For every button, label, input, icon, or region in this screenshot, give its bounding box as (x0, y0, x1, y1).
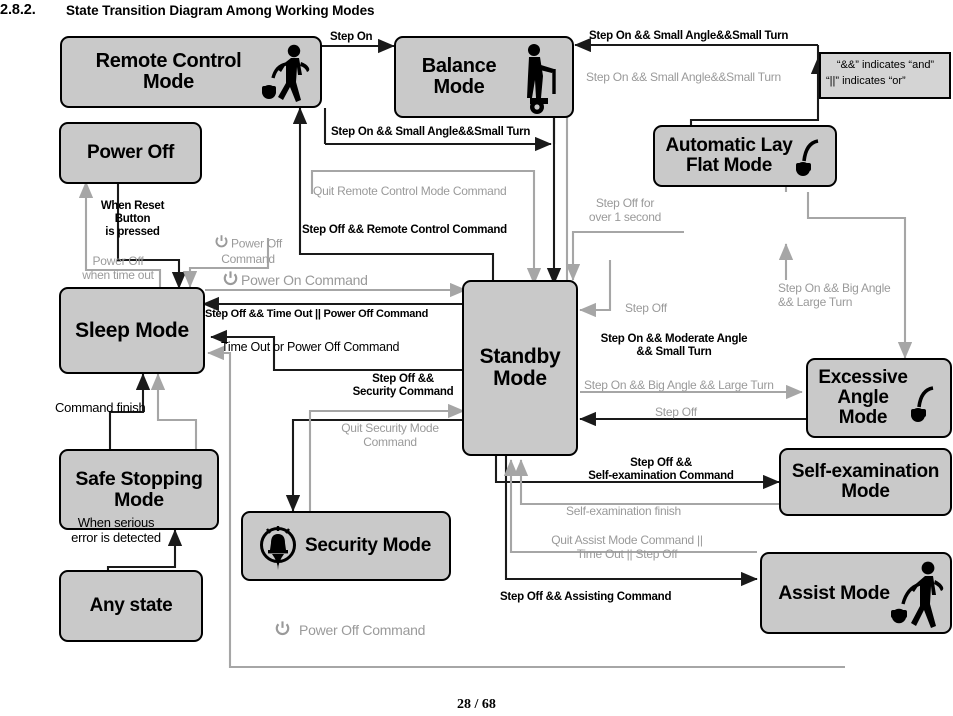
power-icon (222, 270, 239, 291)
person-walking-with-scooter-icon (888, 558, 946, 638)
legend-line-2: “||” indicates “or” (826, 74, 906, 87)
edge-label-when-reset-button: When Reset Button is pressed (100, 200, 165, 238)
state-label-safe-stopping-mode: Safe Stopping Mode (75, 468, 203, 511)
state-node-any-state[interactable]: Any state (59, 570, 203, 642)
edge-label-time-out-or-power-off: Time Out or Power Off Command (221, 340, 400, 354)
edge-label-step-off-time-out: Step Off && Time Out || Power Off Comman… (205, 308, 429, 320)
power-icon (214, 221, 229, 253)
state-node-assist-mode[interactable]: Assist Mode (760, 552, 952, 634)
edge-label-quit-security-mode-command: Quit Security Mode Command (341, 421, 439, 449)
legend-line-1: “&&” indicates “and” (836, 59, 935, 71)
state-label-power-off: Power Off (86, 142, 175, 164)
state-label-balance-mode: Balance Mode (421, 55, 497, 98)
section-title: State Transition Diagram Among Working M… (66, 3, 375, 18)
edge-label-step-on-big-angle-horizontal: Step On && Big Angle && Large Turn (584, 378, 774, 392)
state-transition-diagram: Remote Control Mode Balance Mode Power O… (0, 22, 953, 694)
state-node-balance-mode[interactable]: Balance Mode (394, 36, 574, 118)
edge-label-power-on-command-text: Power On Command (241, 272, 368, 288)
state-node-remote-control-mode[interactable]: Remote Control Mode (60, 36, 322, 108)
state-node-security-mode[interactable]: Security Mode (241, 511, 451, 581)
edge-label-power-on-command: Power On Command (222, 270, 368, 291)
scooter-icon (906, 385, 942, 430)
edge-label-step-off-excessive: Step Off (655, 405, 697, 419)
edge-label-self-examination-finish: Self-examination finish (566, 504, 681, 518)
edge-label-power-off-command-top-text: Power Off Command (221, 236, 282, 266)
alarm-bell-icon (255, 525, 301, 578)
state-label-self-examination-mode: Self-examination Mode (791, 461, 940, 502)
power-icon (274, 620, 291, 641)
state-node-sleep-mode[interactable]: Sleep Mode (59, 287, 205, 374)
state-label-any-state: Any state (89, 595, 173, 617)
edge-label-quit-remote-control-mode: Quit Remote Control Mode Command (313, 184, 507, 198)
edge-label-quit-assist-mode: Quit Assist Mode Command || Time Out || … (551, 533, 703, 561)
state-node-automatic-lay-flat-mode[interactable]: Automatic Lay Flat Mode (653, 125, 837, 187)
edge-label-remote-to-balance-small-angle: Step On && Small Angle&&Small Turn (331, 126, 531, 138)
edge-label-power-off-command-bottom: Power Off Command (274, 620, 425, 641)
edge-label-step-off-self-examination: Step Off && Self-examination Command (588, 457, 734, 482)
state-node-power-off[interactable]: Power Off (59, 122, 202, 184)
scooter-icon (791, 137, 827, 186)
edge-label-command-finish: Command finish (55, 400, 146, 415)
person-walking-with-scooter-icon (256, 42, 314, 111)
edge-label-step-on-big-angle-vertical: Step On && Big Angle && Large Turn (778, 281, 891, 309)
edge-label-step-off-over-1-second: Step Off for over 1 second (588, 196, 662, 224)
state-node-standby-mode[interactable]: Standby Mode (462, 280, 578, 456)
edge-label-step-off-assisting-command: Step Off && Assisting Command (500, 591, 672, 603)
person-riding-scooter-icon (514, 42, 566, 121)
state-label-remote-control-mode: Remote Control Mode (95, 50, 242, 93)
edge-label-step-on: Step On (330, 31, 373, 43)
state-label-automatic-lay-flat-mode: Automatic Lay Flat Mode (665, 135, 793, 176)
edge-label-standby-to-balance: Step On && Small Angle&&Small Turn (586, 70, 781, 84)
edge-label-power-off-when-time-out: Power Off when time out (82, 254, 154, 282)
page-footer: 28 / 68 (457, 697, 496, 712)
state-label-assist-mode: Assist Mode (778, 581, 890, 604)
section-number: 2.8.2. (0, 2, 36, 18)
state-label-excessive-angle-mode: Excessive Angle Mode (818, 367, 908, 428)
section-heading: 2.8.2. State Transition Diagram Among Wo… (0, 0, 953, 22)
state-label-sleep-mode: Sleep Mode (75, 318, 189, 342)
edge-label-power-off-command-bottom-text: Power Off Command (299, 622, 426, 638)
edge-label-step-on-moderate-angle: Step On && Moderate Angle && Small Turn (600, 333, 748, 358)
edge-label-power-off-command-top: Power Off Command (202, 207, 294, 266)
edge-label-step-off-security-command: Step Off && Security Command (352, 373, 454, 398)
edge-label-step-off-remote-control: Step Off && Remote Control Command (302, 224, 507, 236)
state-node-self-examination-mode[interactable]: Self-examination Mode (779, 448, 952, 516)
edge-label-step-off-mid: Step Off (625, 301, 667, 315)
state-label-standby-mode: Standby Mode (479, 345, 561, 390)
legend-box: “&&” indicates “and” “||” indicates “or” (819, 52, 951, 99)
state-node-excessive-angle-mode[interactable]: Excessive Angle Mode (806, 358, 952, 438)
state-label-security-mode: Security Mode (305, 535, 431, 557)
edge-label-when-serious-error: When serious error is detected (71, 515, 161, 545)
edge-label-balance-to-standby: Step On && Small Angle&&Small Turn (589, 30, 789, 42)
